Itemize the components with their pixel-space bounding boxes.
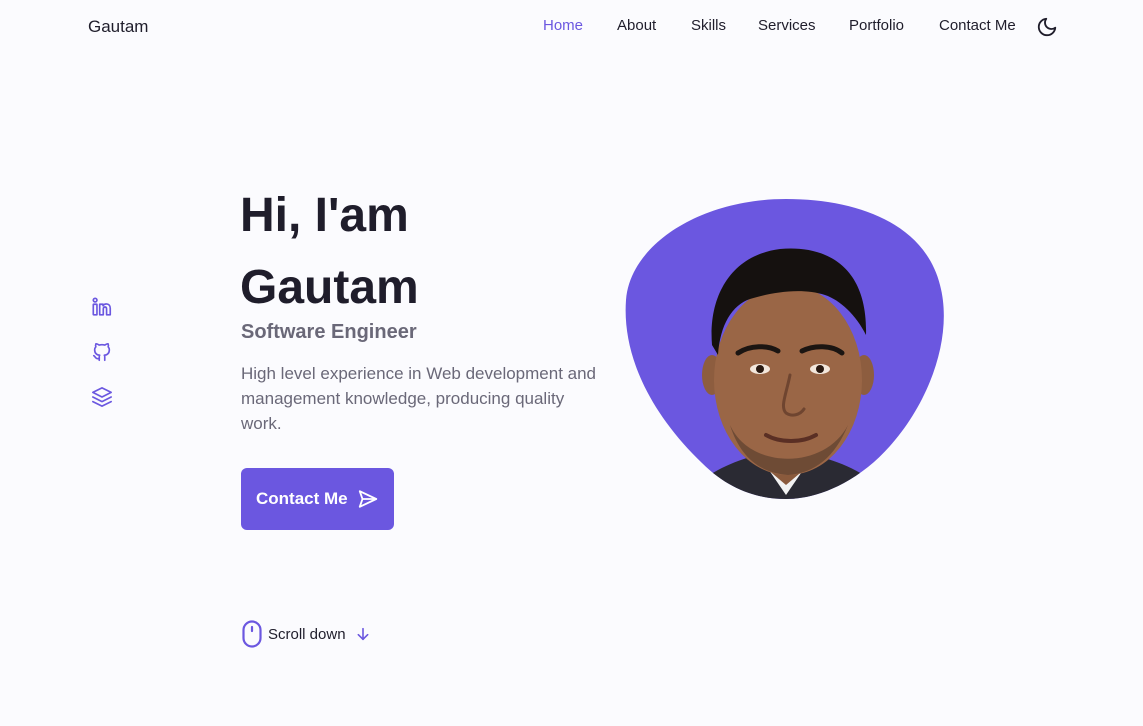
nav-skills[interactable]: Skills [691, 17, 726, 34]
nav-contact[interactable]: Contact Me [939, 17, 1016, 34]
profile-blob [620, 195, 952, 503]
scroll-down-link[interactable]: Scroll down [241, 620, 381, 648]
hero-description: High level experience in Web development… [241, 364, 597, 433]
github-icon[interactable] [91, 341, 113, 363]
moon-icon[interactable] [1036, 16, 1058, 38]
linkedin-icon[interactable] [91, 296, 113, 318]
header: Gautam Home About Skills Services Portfo… [0, 0, 1143, 54]
nav-portfolio[interactable]: Portfolio [849, 17, 904, 34]
layers-icon[interactable] [91, 386, 113, 408]
hero-greeting-line1: Hi, I'am [240, 189, 409, 242]
nav-home[interactable]: Home [543, 17, 583, 34]
contact-me-label: Contact Me [256, 489, 348, 508]
scroll-down-label: Scroll down [268, 626, 346, 643]
nav-about[interactable]: About [617, 17, 656, 34]
profile-photo [625, 199, 944, 499]
nav-services[interactable]: Services [758, 17, 816, 34]
hero-subtitle: Software Engineer [241, 321, 417, 343]
contact-me-button[interactable]: Contact Me [241, 468, 394, 530]
main-nav: Home About Skills Services Portfolio Con… [0, 17, 1143, 39]
mouse-icon [241, 620, 263, 648]
hero-title: Hi, I'am Gautam [240, 180, 419, 324]
arrow-down-icon [355, 626, 371, 642]
hero-greeting-line2: Gautam [240, 261, 419, 314]
send-icon [357, 488, 379, 510]
